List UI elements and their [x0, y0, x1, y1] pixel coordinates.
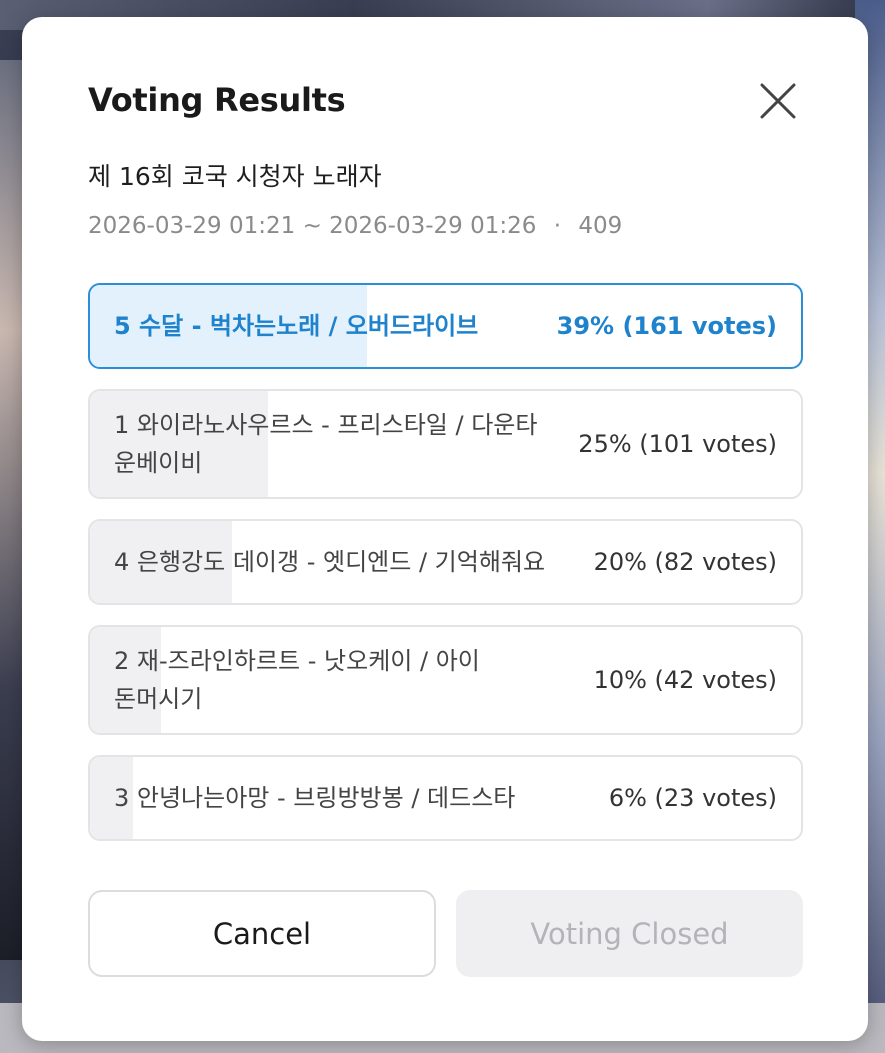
- poll-date-range: 2026-03-29 01:21 ~ 2026-03-29 01:26: [88, 213, 537, 239]
- result-option[interactable]: 3 안녕나는아망 - 브링방방봉 / 데드스타 6% (23 votes): [88, 755, 803, 841]
- poll-title: 제 16회 코국 시청자 노래자: [88, 162, 382, 191]
- voting-results-dialog: Voting Results 제 16회 코국 시청자 노래자 2026-03-…: [22, 17, 868, 1041]
- result-option[interactable]: 5 수달 - 벅차는노래 / 오버드라이브 39% (161 votes): [88, 283, 803, 369]
- dialog-actions: Cancel Voting Closed: [88, 890, 803, 977]
- meta-separator: ·: [553, 213, 562, 239]
- poll-meta: 2026-03-29 01:21 ~ 2026-03-29 01:26 · 40…: [88, 213, 622, 239]
- option-result: 20% (82 votes): [593, 548, 777, 576]
- poll-total-votes: 409: [578, 213, 623, 239]
- result-option[interactable]: 1 와이라노사우르스 - 프리스타일 / 다운타운베이비 25% (101 vo…: [88, 389, 803, 499]
- close-icon: [760, 83, 796, 119]
- result-option[interactable]: 4 은행강도 데이갱 - 엣디엔드 / 기억해줘요 20% (82 votes): [88, 519, 803, 605]
- voting-closed-button: Voting Closed: [456, 890, 803, 977]
- option-result: 39% (161 votes): [556, 312, 777, 340]
- result-option[interactable]: 2 재-즈라인하르트 - 낫오케이 / 아이돈머시기 10% (42 votes…: [88, 625, 803, 735]
- option-label: 3 안녕나는아망 - 브링방방봉 / 데드스타: [114, 784, 516, 812]
- option-result: 10% (42 votes): [593, 666, 777, 694]
- option-label: 2 재-즈라인하르트 - 낫오케이 / 아이돈머시기: [114, 647, 480, 713]
- option-label: 1 와이라노사우르스 - 프리스타일 / 다운타운베이비: [114, 411, 538, 477]
- option-label: 5 수달 - 벅차는노래 / 오버드라이브: [114, 312, 479, 340]
- option-result: 6% (23 votes): [608, 784, 777, 812]
- close-button[interactable]: [758, 81, 798, 121]
- results-list: 5 수달 - 벅차는노래 / 오버드라이브 39% (161 votes) 1 …: [88, 283, 803, 841]
- option-label: 4 은행강도 데이갱 - 엣디엔드 / 기억해줘요: [114, 548, 546, 576]
- cancel-button[interactable]: Cancel: [88, 890, 436, 977]
- option-result: 25% (101 votes): [578, 430, 777, 458]
- dialog-title: Voting Results: [88, 81, 346, 119]
